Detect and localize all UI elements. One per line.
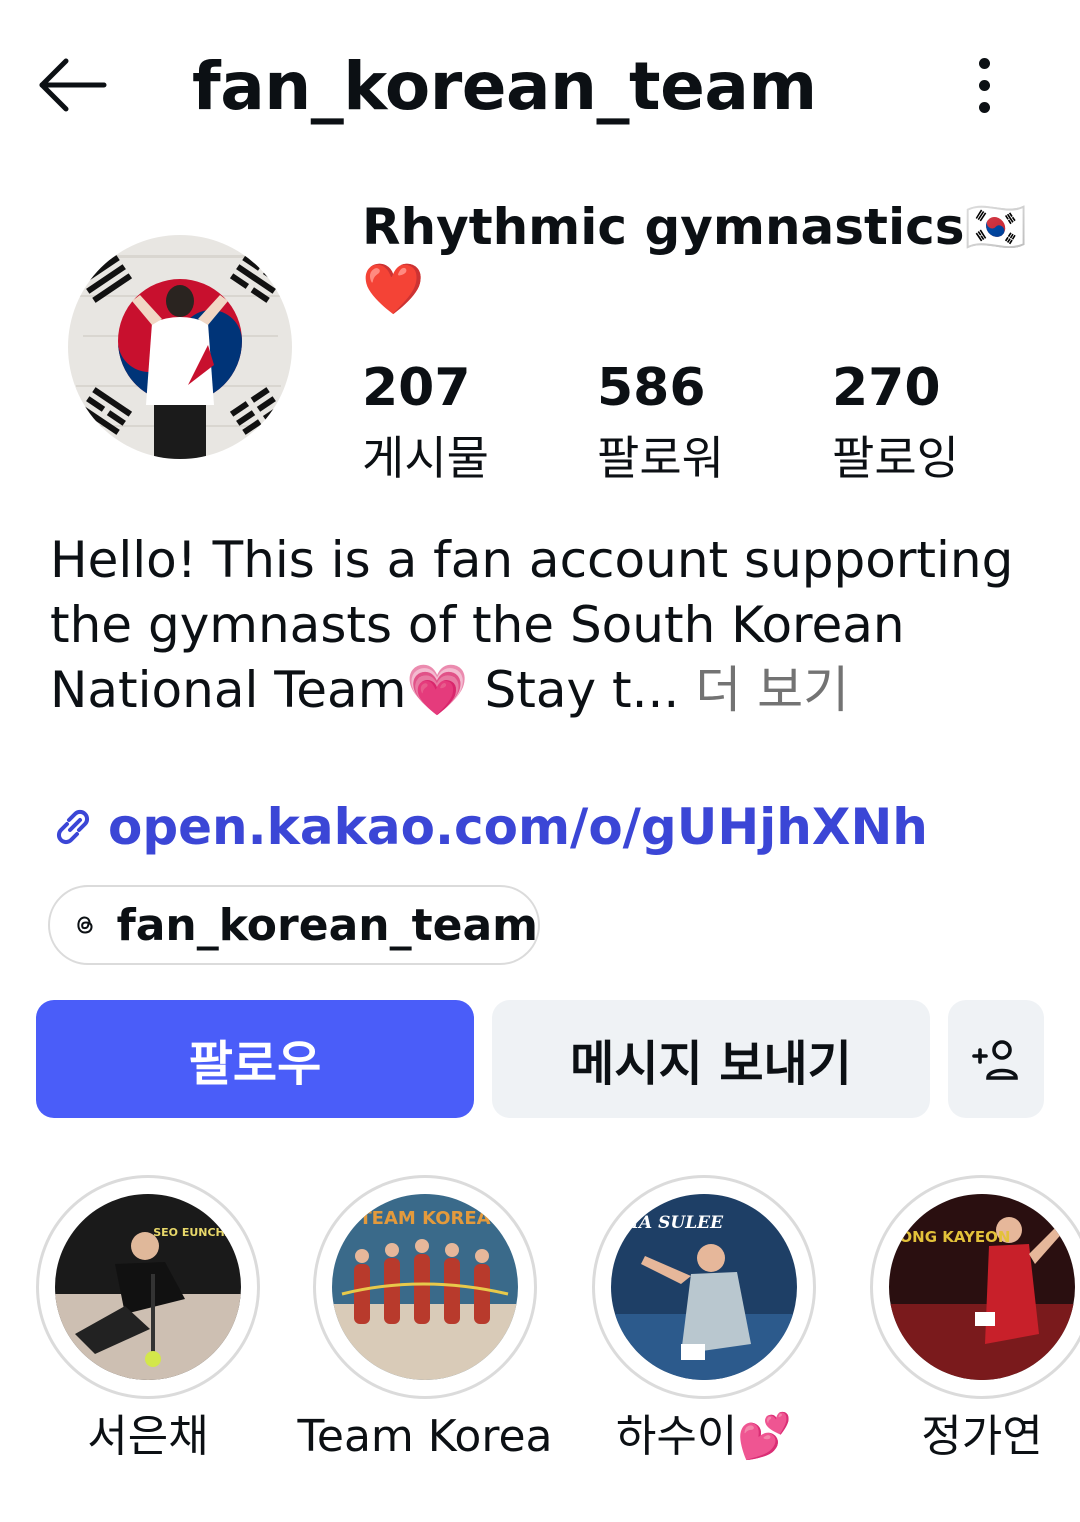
add-person-icon: [972, 1040, 1018, 1080]
bio-text: Hello! This is a fan account supporting …: [50, 531, 1014, 719]
highlight-item[interactable]: JEONG KAYEON 정가연: [870, 1175, 1080, 1462]
bio-more-link[interactable]: 더 보기: [695, 661, 849, 719]
highlight-cover: HA SULEE: [611, 1194, 797, 1380]
followers-count: 586: [597, 358, 706, 418]
highlight-cover-text-3: HA SULEE: [622, 1213, 724, 1233]
highlight-cover: TEAM KOREA: [332, 1194, 518, 1380]
threads-badge[interactable]: fan_korean_team: [48, 885, 540, 965]
highlight-item[interactable]: TEAM KOREA Team Korea: [297, 1175, 553, 1462]
profile-avatar[interactable]: [68, 235, 292, 459]
highlight-cover-text-4: JEONG KAYEON: [889, 1228, 1010, 1246]
follow-button[interactable]: 팔로우: [36, 1000, 474, 1118]
highlight-item[interactable]: HA SULEE 하수이💕: [592, 1175, 816, 1462]
highlight-label: 하수이💕: [615, 1411, 793, 1462]
external-link[interactable]: open.kakao.com/o/gUHjhXNh: [50, 795, 928, 859]
profile-name: Rhythmic gymnastics🇰🇷: [362, 198, 1027, 256]
highlight-ring: TEAM KOREA: [313, 1175, 537, 1399]
highlight-item[interactable]: SEO EUNCHAE 서은채: [36, 1175, 260, 1462]
posts-stat[interactable]: 207 게시물: [362, 356, 489, 490]
highlight-label: 정가연: [921, 1411, 1043, 1462]
highlight-cover: SEO EUNCHAE: [55, 1194, 241, 1380]
top-bar: fan_korean_team: [0, 0, 1080, 170]
followers-label: 팔로워: [597, 431, 724, 485]
suggest-users-button[interactable]: [948, 1000, 1044, 1118]
more-options-icon[interactable]: [962, 55, 1006, 115]
following-stat[interactable]: 270 팔로잉: [832, 356, 959, 490]
highlight-ring: HA SULEE: [592, 1175, 816, 1399]
highlight-cover-text-1: SEO EUNCHAE: [153, 1226, 241, 1239]
back-arrow-icon[interactable]: [36, 55, 108, 115]
bio: Hello! This is a fan account supporting …: [50, 528, 1030, 723]
highlight-ring: SEO EUNCHAE: [36, 1175, 260, 1399]
highlight-label: 서은채: [87, 1411, 209, 1462]
highlight-cover: JEONG KAYEON: [889, 1194, 1075, 1380]
followers-stat[interactable]: 586 팔로워: [597, 356, 724, 490]
highlight-cover-text-2: TEAM KOREA: [359, 1208, 490, 1229]
highlight-ring: JEONG KAYEON: [870, 1175, 1080, 1399]
posts-label: 게시물: [362, 431, 489, 485]
message-button[interactable]: 메시지 보내기: [492, 1000, 930, 1118]
link-icon: [56, 809, 90, 845]
posts-count: 207: [362, 358, 471, 418]
username-title: fan_korean_team: [192, 48, 817, 125]
threads-icon: [77, 916, 93, 934]
threads-handle: fan_korean_team: [116, 899, 538, 951]
profile-name-emoji: ❤️: [362, 260, 425, 318]
highlight-label: Team Korea: [297, 1411, 553, 1462]
following-count: 270: [832, 358, 941, 418]
link-text: open.kakao.com/o/gUHjhXNh: [108, 798, 928, 856]
following-label: 팔로잉: [832, 431, 959, 485]
